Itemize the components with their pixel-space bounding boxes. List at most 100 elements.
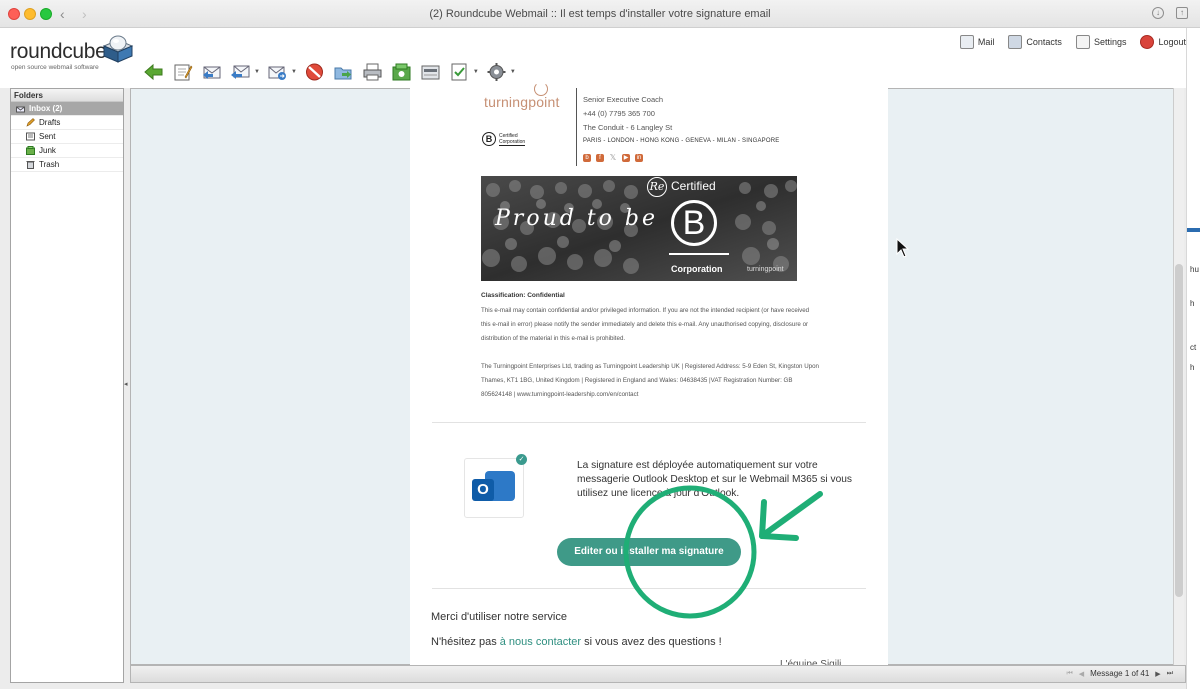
message-pager: ⏮ ◀ Message 1 of 41 ▶ ⏭	[1066, 669, 1173, 678]
background-fragment: h	[1190, 299, 1195, 308]
youtube-icon[interactable]: ▶	[622, 154, 630, 162]
message-counter: Message 1 of 41	[1090, 669, 1150, 678]
banner-corporation: Corporation	[671, 264, 723, 274]
bcorp-text: Certified Corporation	[499, 133, 526, 146]
x-twitter-icon[interactable]: 𝕏	[609, 154, 617, 162]
blog-icon[interactable]: b	[583, 154, 591, 162]
nav-contacts[interactable]: Contacts	[1008, 35, 1062, 49]
print-button[interactable]	[361, 61, 384, 83]
signature-divider	[576, 88, 577, 166]
message-statusbar: ⏮ ◀ Message 1 of 41 ▶ ⏭	[130, 665, 1186, 683]
banner-brand: turningpoint	[747, 266, 784, 273]
move-icon	[334, 67, 352, 80]
next-message-button[interactable]: ▶	[1155, 670, 1160, 678]
print-icon	[363, 63, 382, 81]
move-button[interactable]	[332, 61, 355, 83]
view-source-button[interactable]	[448, 61, 471, 83]
first-message-button[interactable]: ⏮	[1066, 670, 1072, 678]
contact-suffix: si vous avez des questions !	[581, 636, 722, 648]
folder-inbox-label: Inbox (2)	[29, 104, 63, 113]
back-to-list-button[interactable]	[142, 61, 165, 83]
reply-all-button[interactable]	[229, 61, 252, 83]
mark-button[interactable]	[390, 61, 413, 83]
contact-us-link[interactable]: à nous contacter	[500, 636, 581, 648]
signature-phone: +44 (0) 7795 365 700	[583, 109, 655, 118]
message-scrollbar[interactable]	[1173, 88, 1184, 665]
edit-install-signature-button[interactable]: Editer ou installer ma signature	[557, 538, 741, 566]
background-accent-band	[1187, 228, 1200, 232]
folder-sent[interactable]: Sent	[11, 130, 123, 144]
banner-bcorp-icon: B	[671, 200, 717, 246]
folders-title: Folders	[11, 89, 123, 102]
outlook-logo: O	[464, 458, 524, 518]
forward-button[interactable]	[266, 61, 289, 83]
folder-trash[interactable]: Trash	[11, 158, 123, 172]
folder-sent-label: Sent	[39, 132, 56, 141]
signature-brand: turningpoint	[484, 94, 560, 110]
folder-trash-label: Trash	[39, 160, 60, 169]
sent-icon	[26, 132, 35, 141]
bcorp-banner-image: Re Certified Proud to be B Corporation t…	[481, 176, 797, 281]
view-source-dropdown[interactable]: ▼	[473, 69, 479, 75]
folder-drafts[interactable]: Drafts	[11, 116, 123, 130]
signature-cities: PARIS - LONDON - HONG KONG - GENEVA - MI…	[583, 138, 780, 144]
background-fragment: h	[1190, 363, 1195, 372]
bcorp-certified-logo: B Certified Corporation	[482, 132, 526, 146]
signature-socials: b f 𝕏 ▶ in	[583, 154, 643, 162]
window-titlebar: ‹ › (2) Roundcube Webmail :: Il est temp…	[0, 0, 1200, 28]
banner-certified: Certified	[671, 179, 716, 193]
mail-toolbar: ▼ ▼ ▼ ▼	[142, 60, 516, 84]
background-window-edge: hu h ct h	[1186, 28, 1200, 689]
mail-icon	[959, 35, 974, 49]
signature-address: The Conduit - 6 Langley St	[583, 123, 673, 132]
more-actions-button[interactable]	[485, 61, 508, 83]
back-arrow-icon	[144, 63, 163, 81]
last-message-button[interactable]: ⏭	[1167, 670, 1173, 678]
mark-icon	[392, 63, 411, 81]
nav-mail[interactable]: Mail	[959, 35, 994, 49]
delete-button[interactable]	[303, 61, 326, 83]
background-fragment: hu	[1190, 265, 1199, 274]
bcorp-icon: B	[482, 132, 496, 146]
delete-icon	[305, 63, 323, 81]
contacts-icon	[1008, 35, 1023, 49]
message-scrollbar-thumb[interactable]	[1175, 264, 1183, 597]
deploy-message: La signature est déployée automatiquemen…	[577, 460, 852, 499]
compose-icon	[174, 64, 193, 81]
pane-splitter-handle[interactable]: ◂	[124, 380, 128, 388]
reply-icon	[203, 66, 221, 79]
settings-icon	[1075, 35, 1090, 49]
reply-button[interactable]	[200, 61, 223, 83]
linkedin-icon[interactable]: in	[635, 154, 643, 162]
nav-logout-label: Logout	[1158, 37, 1186, 47]
nav-logout[interactable]: Logout	[1140, 35, 1186, 49]
reply-all-dropdown[interactable]: ▼	[254, 69, 260, 75]
facebook-icon[interactable]: f	[596, 154, 604, 162]
view-source-icon	[451, 63, 467, 81]
folder-drafts-label: Drafts	[39, 118, 61, 127]
confidentiality-notice: This e-mail may contain confidential and…	[481, 307, 810, 342]
contact-text: N'hésitez pas à nous contacter si vous a…	[431, 636, 722, 648]
folder-junk[interactable]: Junk	[11, 144, 123, 158]
divider	[432, 588, 866, 589]
recertified-icon: Re	[647, 177, 667, 197]
previous-message-button[interactable]: ◀	[1079, 670, 1084, 678]
drafts-icon	[26, 118, 35, 127]
verified-check-icon: ✓	[516, 454, 527, 465]
divider	[432, 422, 866, 423]
banner-underline	[669, 253, 729, 255]
screen: ‹ › (2) Roundcube Webmail :: Il est temp…	[0, 0, 1200, 689]
compose-button[interactable]	[171, 61, 194, 83]
folder-inbox[interactable]: Inbox (2)	[11, 102, 123, 116]
share-icon[interactable]: ↑	[1176, 7, 1188, 19]
roundcube-logo[interactable]: roundcube	[10, 40, 107, 64]
contact-prefix: N'hésitez pas	[431, 636, 500, 648]
mouse-cursor-icon	[896, 238, 910, 258]
forward-dropdown[interactable]: ▼	[291, 69, 297, 75]
nav-settings[interactable]: Settings	[1075, 35, 1126, 49]
download-icon[interactable]: ↓	[1152, 7, 1164, 19]
folder-junk-label: Junk	[39, 146, 56, 155]
more-actions-dropdown[interactable]: ▼	[510, 69, 516, 75]
archive-button[interactable]	[419, 61, 442, 83]
logo-tagline: open source webmail software	[11, 64, 99, 71]
